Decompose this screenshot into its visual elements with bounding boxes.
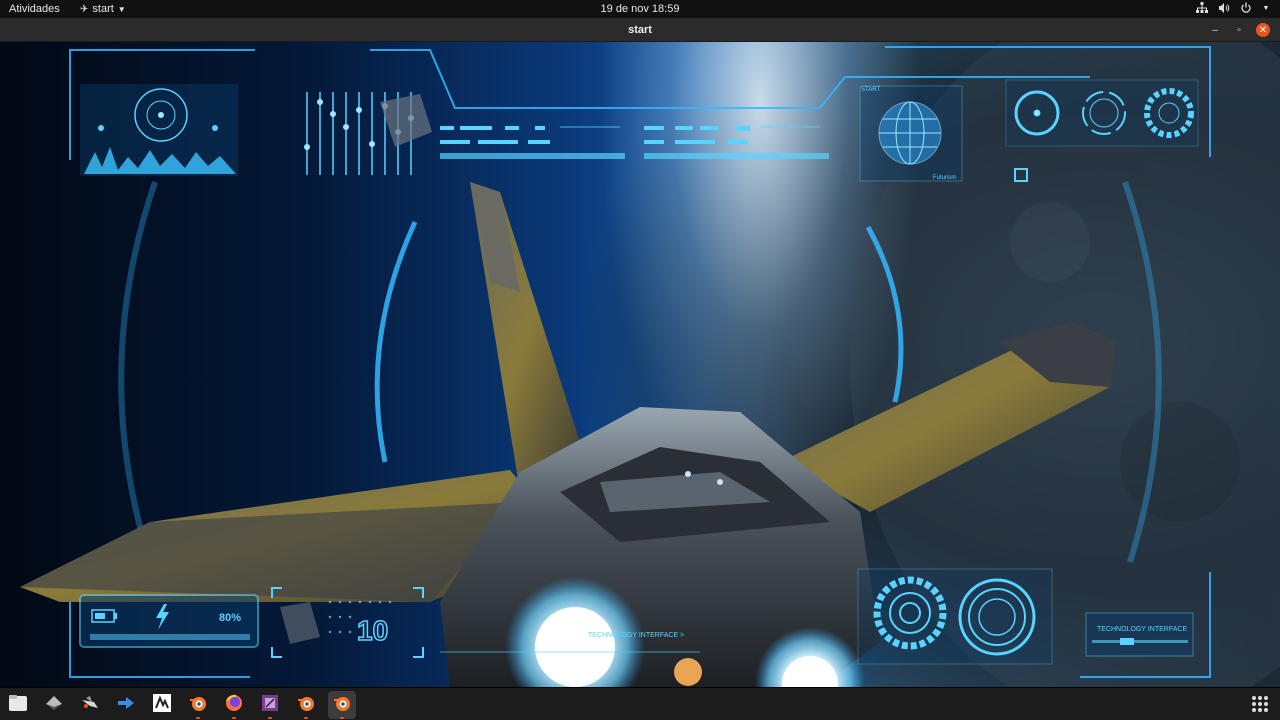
globe-label: Futurism: [933, 175, 956, 181]
app-menu-label: start: [92, 3, 114, 15]
app-8[interactable]: [256, 691, 284, 719]
blender-app-2[interactable]: [292, 691, 320, 719]
chevron-down-icon: ▼: [1262, 4, 1270, 12]
minimize-button[interactable]: –: [1208, 23, 1222, 37]
firefox-icon: [224, 693, 244, 718]
sliders-panel: [304, 92, 432, 175]
app-3[interactable]: [76, 691, 104, 719]
tech-label-center: TECHNOLOGY INTERFACE >: [588, 632, 684, 639]
running-indicator: [232, 717, 236, 719]
show-applications-icon[interactable]: [1252, 696, 1268, 712]
top-bar: Atividades ✈ start ▼ 19 de nov 18:59 ▼: [0, 0, 1280, 18]
app-menu[interactable]: ✈ start ▼: [80, 3, 126, 15]
network-icon: [1196, 2, 1208, 14]
files-app[interactable]: [4, 691, 32, 719]
data-bars: [440, 126, 829, 159]
counter-value: 10: [357, 615, 388, 646]
arrow-app-icon: [116, 694, 136, 717]
files-icon: [8, 694, 28, 717]
close-button[interactable]: ✕: [1256, 23, 1270, 37]
tech-label-right: TECHNOLOGY INTERFACE: [1097, 626, 1187, 633]
activities-button[interactable]: Atividades: [9, 3, 60, 15]
running-indicator: [268, 717, 272, 719]
start-label: START: [861, 87, 880, 93]
radar-panel: [80, 84, 238, 176]
system-tray[interactable]: ▼: [1196, 2, 1270, 14]
taskbar: [0, 687, 1280, 720]
app-menu-icon: ✈: [80, 3, 89, 15]
blender-icon: [188, 694, 208, 717]
inkscape-like-icon: [152, 693, 172, 718]
tech-box: [1085, 612, 1194, 657]
maximize-button[interactable]: ▫: [1232, 23, 1246, 37]
game-viewport[interactable]: START Futurism 80% 10 TECHNOLOGY INTERFA…: [0, 42, 1280, 687]
purple-app-icon: [260, 693, 280, 718]
power-icon: [1240, 2, 1252, 14]
app-4[interactable]: [112, 691, 140, 719]
blender-app[interactable]: [184, 691, 212, 719]
app-2[interactable]: [40, 691, 68, 719]
running-indicator: [304, 717, 308, 719]
blender-icon: [332, 694, 352, 717]
blender-icon: [296, 694, 316, 717]
spaceship-app-icon: [80, 694, 100, 717]
chevron-down-icon: ▼: [117, 4, 126, 14]
app-5[interactable]: [148, 691, 176, 719]
window-title: start: [628, 24, 652, 36]
blender-app-3[interactable]: [328, 691, 356, 719]
battery-percent: 80%: [219, 612, 241, 624]
window-titlebar[interactable]: start – ▫ ✕: [0, 18, 1280, 42]
running-indicator: [340, 717, 344, 719]
firefox-app[interactable]: [220, 691, 248, 719]
rings-panel: [857, 568, 1053, 665]
clock[interactable]: 19 de nov 18:59: [601, 3, 680, 15]
globe-panel: [859, 85, 963, 182]
volume-icon: [1218, 2, 1230, 14]
running-indicator: [196, 717, 200, 719]
diamond-app-icon: [45, 694, 63, 717]
